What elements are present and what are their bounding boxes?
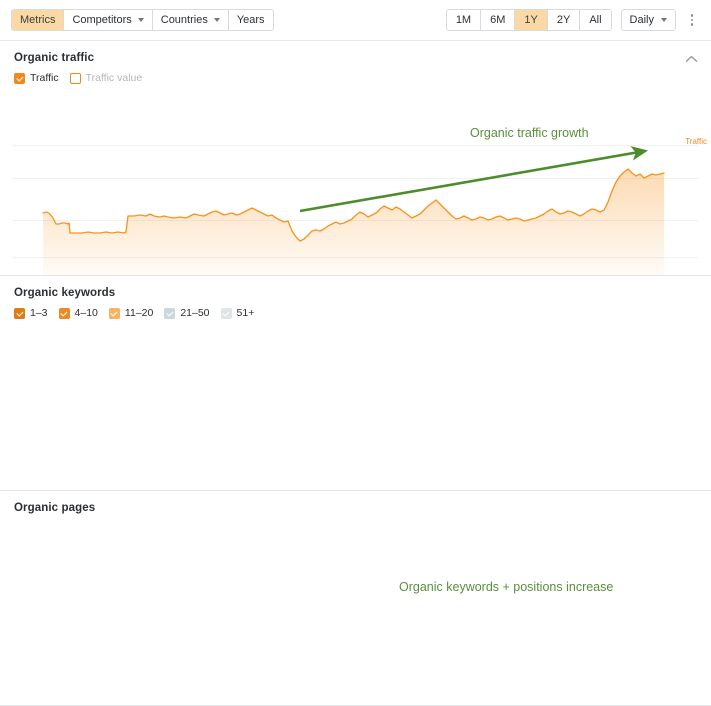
toolbar: Metrics Competitors Countries Years 1M 6… <box>0 0 711 41</box>
range-6m-button[interactable]: 6M <box>481 10 516 30</box>
panel-organic-keywords-header: Organic keywords 1–3 4–10 11–20 21–50 51… <box>0 276 711 319</box>
chevron-down-icon <box>661 18 667 22</box>
chevron-down-icon <box>137 18 144 22</box>
range-6m-label: 6M <box>490 13 506 26</box>
panel-organic-traffic: Organic traffic Traffic Traffic value Or… <box>0 41 711 305</box>
panel-organic-keywords-title: Organic keywords <box>14 287 116 299</box>
filter-metrics-label: Metrics <box>20 13 56 26</box>
legend-label-kw-51plus: 51+ <box>236 307 255 320</box>
filter-countries-label: Countries <box>160 13 208 26</box>
range-all-button[interactable]: All <box>580 10 611 30</box>
panel-organic-traffic-title: Organic traffic <box>14 52 95 64</box>
checkbox-traffic[interactable] <box>14 73 25 84</box>
chart-panels: Organic traffic Traffic Traffic value Or… <box>0 41 711 706</box>
legend-label-traffic-value: Traffic value <box>85 72 143 85</box>
range-1m-button[interactable]: 1M <box>446 10 482 30</box>
plot-organic-traffic[interactable] <box>0 136 711 281</box>
kebab-menu-icon[interactable] <box>682 9 702 31</box>
panel-organic-pages-header: Organic pages <box>0 491 711 514</box>
range-2y-label: 2Y <box>556 13 571 26</box>
legend-item-kw-11-20[interactable]: 11–20 <box>108 307 154 320</box>
panel-organic-traffic-legend: Traffic Traffic value <box>14 73 699 84</box>
filter-competitors-button[interactable]: Competitors <box>64 10 153 30</box>
organic-traffic-svg <box>12 145 699 281</box>
filter-years-button[interactable]: Years <box>228 10 273 30</box>
toolbar-right-group: 1M 6M 1Y 2Y All Daily <box>445 9 702 31</box>
range-all-label: All <box>589 13 602 26</box>
filter-button-group: Metrics Competitors Countries Years <box>11 9 274 31</box>
legend-label-kw-4-10: 4–10 <box>74 307 98 320</box>
legend-item-kw-51plus[interactable]: 51+ <box>220 307 255 320</box>
range-1y-label: 1Y <box>524 13 538 26</box>
panel-organic-traffic-header: Organic traffic Traffic Traffic value <box>0 41 711 84</box>
chevron-down-icon <box>213 18 220 22</box>
filter-metrics-button[interactable]: Metrics <box>12 10 65 30</box>
legend-label-kw-11-20: 11–20 <box>124 307 154 320</box>
range-1y-button[interactable]: 1Y <box>515 10 548 30</box>
filter-countries-button[interactable]: Countries <box>152 10 229 30</box>
checkbox-kw-21-50[interactable] <box>164 308 176 319</box>
panel-organic-pages-title: Organic pages <box>14 502 96 514</box>
date-range-button-group: 1M 6M 1Y 2Y All <box>445 9 612 31</box>
legend-label-kw-21-50: 21–50 <box>180 307 210 320</box>
filter-competitors-label: Competitors <box>72 13 132 26</box>
checkbox-kw-11-20[interactable] <box>108 308 120 319</box>
filter-years-label: Years <box>236 13 265 26</box>
toolbar-left-group: Metrics Competitors Countries Years <box>11 9 274 31</box>
legend-item-traffic[interactable]: Traffic <box>14 73 59 84</box>
legend-item-kw-4-10[interactable]: 4–10 <box>58 307 98 320</box>
organic-traffic-area <box>43 169 664 281</box>
legend-label-traffic: Traffic <box>30 72 59 85</box>
checkbox-kw-1-3[interactable] <box>14 308 25 319</box>
legend-label-kw-1-3: 1–3 <box>30 307 48 320</box>
seo-dashboard: Metrics Competitors Countries Years 1M 6… <box>0 0 711 706</box>
legend-item-kw-1-3[interactable]: 1–3 <box>14 308 48 319</box>
checkbox-kw-4-10[interactable] <box>58 308 70 319</box>
legend-item-traffic-value[interactable]: Traffic value <box>69 72 143 85</box>
granularity-value: Daily <box>629 14 654 26</box>
panel-organic-keywords-legend: 1–3 4–10 11–20 21–50 51+ <box>14 308 699 319</box>
granularity-dropdown[interactable]: Daily <box>620 9 676 31</box>
trend-arrow-traffic <box>299 146 649 213</box>
checkbox-kw-51plus[interactable] <box>220 308 232 319</box>
range-1m-label: 1M <box>455 13 472 26</box>
checkbox-traffic-value[interactable] <box>69 73 81 84</box>
panel-organic-keywords: Organic keywords 1–3 4–10 11–20 21–50 51… <box>0 276 711 706</box>
range-2y-button[interactable]: 2Y <box>547 10 581 30</box>
legend-item-kw-21-50[interactable]: 21–50 <box>164 307 210 320</box>
panel-organic-pages: Organic pages Migration from subdomains … <box>0 491 711 706</box>
